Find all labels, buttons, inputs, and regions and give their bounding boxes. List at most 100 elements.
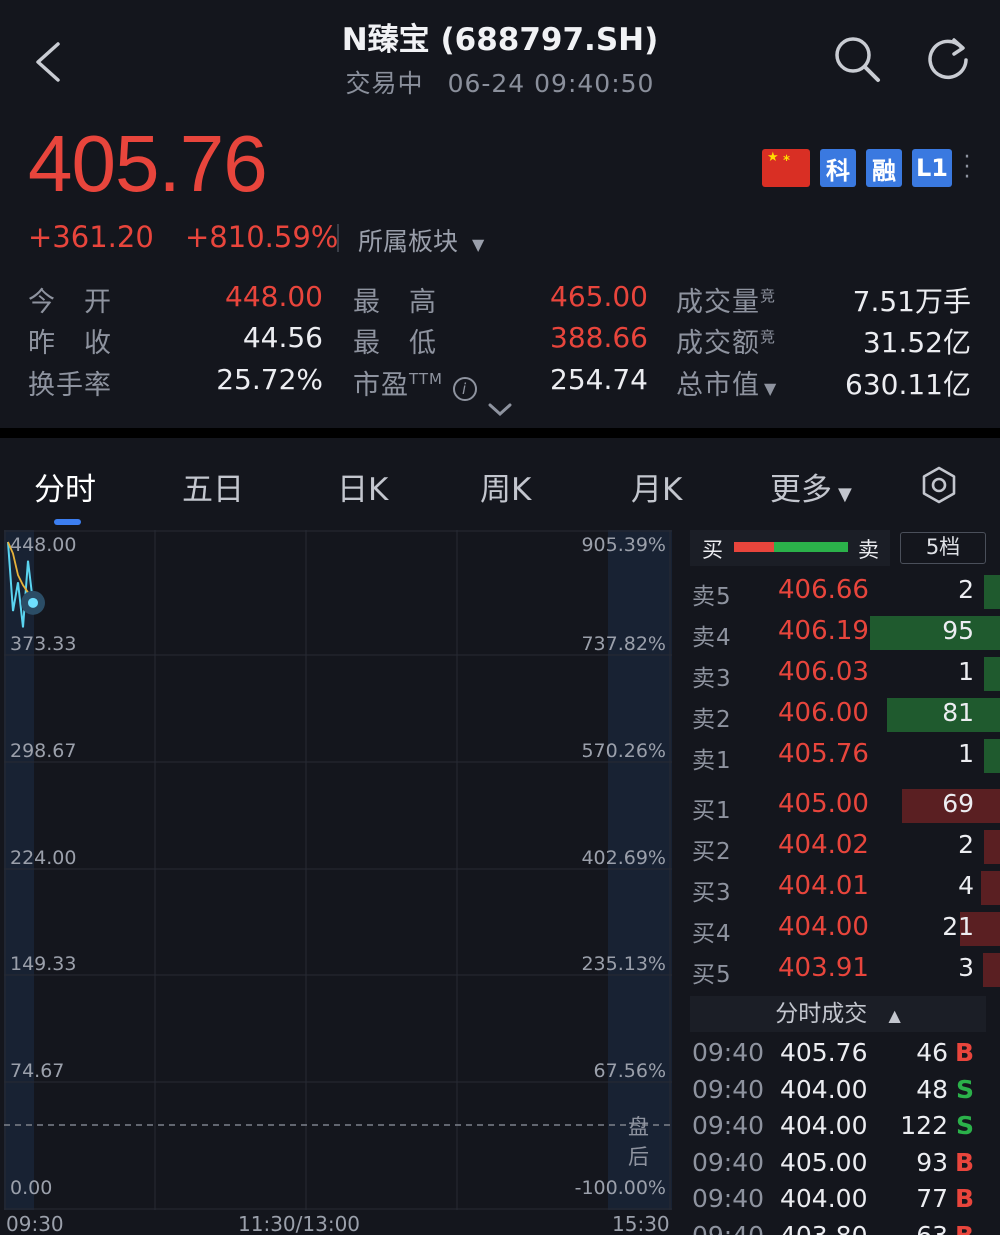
level-price: 406.03 [778,657,869,687]
mcap-dropdown[interactable]: 总市值 ▼ [676,363,777,402]
level-price: 404.02 [778,830,869,860]
trade-price: 404.00 [780,1184,868,1213]
level-price: 405.76 [778,739,869,769]
last-price: 405.76 [28,119,268,208]
tab-more[interactable]: 更多 ▼ [770,464,852,509]
intraday-chart[interactable] [4,530,672,1210]
tab-weekly-k[interactable]: 周K [480,464,531,509]
pre-market-shade [4,530,34,1210]
volume-value: 7.51万手 [852,285,971,318]
tab-monthly-k[interactable]: 月K [631,464,682,509]
y-axis-right-label: 570.26% [581,740,666,762]
ask-level-row[interactable]: 卖3 406.03 1 [690,655,1000,696]
more-vertical-icon[interactable]: · · · [962,147,972,189]
volume-tick [986,616,1000,650]
trading-status: 交易中 [345,69,424,98]
volume-tick [986,871,1000,905]
level-volume: 21 [942,912,974,941]
china-flag-icon: ★ ⁎ [762,149,810,187]
sector-dropdown[interactable]: 所属板块 ▼ [358,222,484,258]
level-price: 403.91 [778,953,869,983]
trade-row: 09:40 405.76 46 B [692,1038,982,1074]
level-label: 卖3 [692,666,732,692]
volume-tick [986,698,1000,732]
level-label: 卖1 [692,748,732,774]
bid-level-row[interactable]: 买3 404.01 4 [690,869,1000,910]
info-icon[interactable]: i [452,377,477,401]
volume-tick [986,575,1000,609]
search-icon[interactable] [832,34,882,84]
tick-trades-title: 分时成交 [775,1001,868,1027]
level-volume: 2 [958,575,974,604]
badge-row: ★ ⁎ 科 融 L1 · · · [762,147,972,189]
tab-intraday[interactable]: 分时 [34,464,96,509]
ask-level-row[interactable]: 卖4 406.19 95 [690,614,1000,655]
trade-time: 09:40 [692,1147,765,1177]
bid-level-row[interactable]: 买1 405.00 69 [690,787,1000,828]
chart-tabs: 分时 五日 日K 周K 月K 更多 ▼ [0,452,1000,522]
volume-tick [986,789,1000,823]
tab-more-label: 更多 [770,472,832,508]
bid-level-row[interactable]: 买5 403.91 3 [690,951,1000,992]
bid-level-row[interactable]: 买4 404.00 21 [690,910,1000,951]
y-axis-left-label: 74.67 [10,1060,65,1082]
ask-level-row[interactable]: 卖1 405.76 1 [690,737,1000,778]
y-axis-left-label: 373.33 [10,633,77,655]
pe-label-text: 市盈 [353,370,409,401]
volume-superscript: 竞 [760,287,777,305]
mcap-label: 总市值 [676,370,760,401]
divider [337,224,339,252]
depth-levels-button[interactable]: 5档 [900,532,986,564]
top-bar: N臻宝 (688797.SH) 交易中 06-24 09:40:50 [0,0,1000,110]
price-change: +361.20 +810.59% [28,220,338,254]
trade-row: 09:40 405.00 93 B [692,1148,982,1184]
ask-level-row[interactable]: 卖5 406.66 2 [690,573,1000,614]
expand-chevron-icon[interactable] [486,400,514,420]
trade-time: 09:40 [692,1038,765,1067]
level-price: 406.19 [778,616,869,646]
level-badge[interactable]: L1 [912,149,952,187]
trade-side: B [954,1038,974,1067]
level-label: 买4 [692,921,732,947]
caret-up-icon: ▲ [888,1006,901,1025]
buy-ratio-bar [734,542,774,552]
high-label: 最 高 [353,287,437,318]
prev-close-label: 昨 收 [28,328,112,359]
level-label: 买1 [692,798,732,824]
amount-value: 31.52亿 [862,326,971,359]
pe-label[interactable]: 市盈TTM i [353,363,477,402]
turnover-label: 换手率 [28,370,112,401]
tab-daily-k[interactable]: 日K [337,464,388,509]
last-point-marker [28,597,38,608]
y-axis-left-label: 224.00 [10,847,77,869]
level-label: 买5 [692,962,732,988]
amount-label-text: 成交额 [676,328,760,359]
trade-time: 09:40 [692,1074,765,1104]
ask-level-row[interactable]: 卖2 406.00 81 [690,696,1000,737]
settings-icon[interactable] [920,466,958,504]
amount-superscript: 竞 [760,328,777,346]
tick-trades-header[interactable]: 分时成交 ▲ [690,996,986,1032]
tab-five-day[interactable]: 五日 [182,464,244,509]
trade-time: 09:40 [692,1220,765,1235]
trade-side: S [955,1111,974,1140]
trade-volume: 122 [900,1111,948,1140]
section-divider [0,428,1000,438]
y-axis-left-label: 298.67 [10,740,77,762]
low-value: 388.66 [550,321,648,354]
refresh-icon[interactable] [924,34,972,82]
trade-side: B [954,1184,974,1213]
level-volume: 1 [958,739,974,768]
volume-tick [986,912,1000,946]
x-axis-label: 15:30 [612,1212,670,1235]
trade-volume: 63 [916,1220,948,1235]
pe-value: 254.74 [550,363,648,396]
trade-volume: 46 [916,1038,948,1067]
bid-level-row[interactable]: 买2 404.02 2 [690,828,1000,869]
pe-superscript: TTM [409,370,444,388]
x-axis-label: 09:30 [6,1212,64,1235]
level-volume: 2 [958,830,974,859]
trade-price: 405.00 [780,1147,868,1177]
level-price: 405.00 [778,789,869,819]
level-price: 406.00 [778,698,869,728]
